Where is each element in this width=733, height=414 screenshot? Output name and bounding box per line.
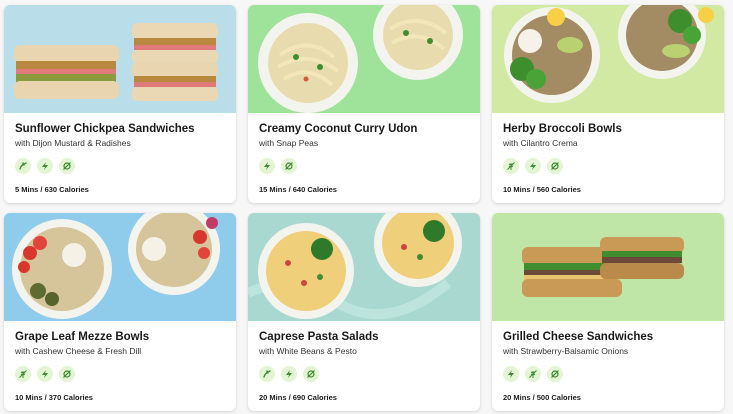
- recipe-subtitle: with Strawberry-Balsamic Onions: [503, 346, 629, 356]
- recipe-subtitle: with White Beans & Pesto: [259, 346, 357, 356]
- spicy-icon: [15, 158, 31, 174]
- recipe-image: [492, 5, 724, 113]
- recipe-subtitle: with Dijon Mustard & Radishes: [15, 138, 131, 148]
- low-sodium-icon: [547, 158, 563, 174]
- low-sodium-icon: [547, 366, 563, 382]
- recipe-image: [4, 213, 236, 321]
- recipe-card[interactable]: Creamy Coconut Curry Udon with Snap Peas…: [248, 5, 480, 203]
- low-sodium-icon: [303, 366, 319, 382]
- no-wheat-icon: [503, 158, 519, 174]
- recipe-tags: [259, 158, 469, 174]
- quick-icon: [259, 158, 275, 174]
- no-wheat-icon: [525, 366, 541, 382]
- recipe-title[interactable]: Sunflower Chickpea Sandwiches: [15, 122, 225, 136]
- recipe-card[interactable]: Herby Broccoli Bowls with Cilantro Crema…: [492, 5, 724, 203]
- recipe-card[interactable]: Sunflower Chickpea Sandwiches with Dijon…: [4, 5, 236, 203]
- recipe-title[interactable]: Herby Broccoli Bowls: [503, 122, 713, 136]
- recipe-meta: 15 Mins / 640 Calories: [259, 185, 337, 194]
- quick-icon: [525, 158, 541, 174]
- recipe-tags: [15, 158, 225, 174]
- recipe-image: [4, 5, 236, 113]
- quick-icon: [37, 158, 53, 174]
- recipe-meta: 5 Mins / 630 Calories: [15, 185, 89, 194]
- recipe-tags: [15, 366, 225, 382]
- low-sodium-icon: [281, 158, 297, 174]
- no-wheat-icon: [15, 366, 31, 382]
- quick-icon: [281, 366, 297, 382]
- recipe-grid: Sunflower Chickpea Sandwiches with Dijon…: [4, 5, 724, 411]
- spicy-icon: [259, 366, 275, 382]
- recipe-image: [248, 213, 480, 321]
- recipe-subtitle: with Cashew Cheese & Fresh Dill: [15, 346, 142, 356]
- recipe-meta: 20 Mins / 690 Calories: [259, 393, 337, 402]
- recipe-image: [248, 5, 480, 113]
- recipe-tags: [259, 366, 469, 382]
- recipe-tags: [503, 366, 713, 382]
- recipe-subtitle: with Cilantro Crema: [503, 138, 578, 148]
- recipe-meta: 10 Mins / 370 Calories: [15, 393, 93, 402]
- recipe-subtitle: with Snap Peas: [259, 138, 319, 148]
- recipe-card[interactable]: Grilled Cheese Sandwiches with Strawberr…: [492, 213, 724, 411]
- recipe-meta: 10 Mins / 560 Calories: [503, 185, 581, 194]
- recipe-title[interactable]: Grape Leaf Mezze Bowls: [15, 330, 225, 344]
- recipe-title[interactable]: Grilled Cheese Sandwiches: [503, 330, 713, 344]
- recipe-image: [492, 213, 724, 321]
- quick-icon: [37, 366, 53, 382]
- recipe-title[interactable]: Creamy Coconut Curry Udon: [259, 122, 469, 136]
- recipe-title[interactable]: Caprese Pasta Salads: [259, 330, 469, 344]
- recipe-card[interactable]: Grape Leaf Mezze Bowls with Cashew Chees…: [4, 213, 236, 411]
- low-sodium-icon: [59, 158, 75, 174]
- recipe-card[interactable]: Caprese Pasta Salads with White Beans & …: [248, 213, 480, 411]
- low-sodium-icon: [59, 366, 75, 382]
- recipe-meta: 20 Mins / 500 Calories: [503, 393, 581, 402]
- recipe-tags: [503, 158, 713, 174]
- quick-icon: [503, 366, 519, 382]
